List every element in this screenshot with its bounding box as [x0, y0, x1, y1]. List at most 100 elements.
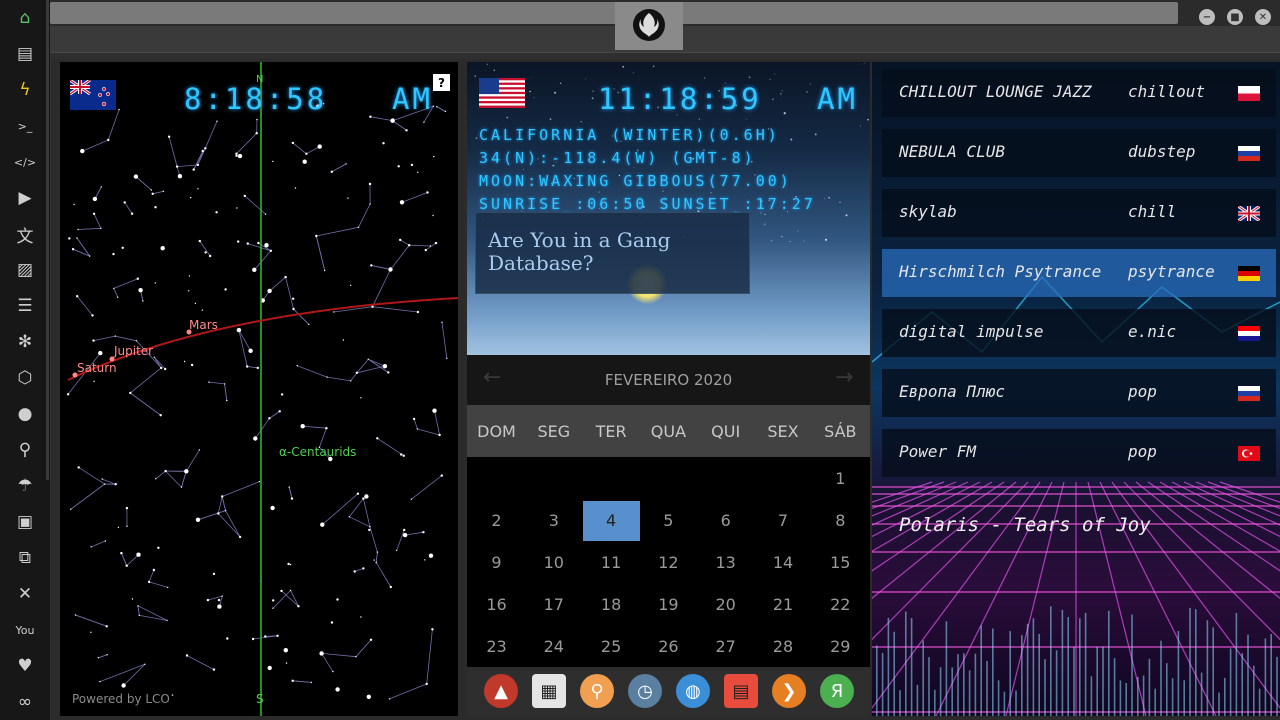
calendar-day[interactable]: 8 [812, 501, 869, 541]
radio-panel: CHILLOUT LOUNGE JAZZ chillout NEBULA CLUB d… [872, 62, 1280, 716]
sidebar-scrollbar[interactable] [46, 0, 49, 480]
star [267, 288, 272, 294]
calendar-day[interactable]: 12 [640, 543, 697, 583]
calendar-day[interactable]: 5 [640, 501, 697, 541]
calendar-day[interactable]: 7 [755, 501, 812, 541]
calendar-day[interactable]: 3 [525, 501, 582, 541]
calendar-day-today[interactable]: 4 [582, 501, 640, 541]
calendar-day[interactable]: 17 [525, 585, 582, 625]
help-button[interactable]: ? [433, 74, 450, 91]
calendar-day[interactable]: 23 [468, 627, 525, 667]
rebel-tab[interactable] [615, 2, 683, 50]
constellation-line [253, 250, 272, 271]
settings-cog-icon[interactable]: ✻ [12, 329, 38, 355]
star-map[interactable] [60, 62, 458, 716]
calendar-day[interactable]: 21 [755, 585, 812, 625]
close-button[interactable]: ✕ [1255, 9, 1271, 25]
constellation-line [411, 475, 443, 500]
infinity-icon[interactable]: ∞ [12, 689, 38, 715]
station-row[interactable]: Hirschmilch Psytrance psytrance [882, 249, 1276, 297]
hexagon-icon[interactable]: ⬡ [12, 365, 38, 391]
station-name[interactable]: Power FM [899, 442, 976, 461]
search-icon[interactable]: ⚲ [12, 437, 38, 463]
calendar-day[interactable]: 1 [812, 459, 869, 499]
calendar-day[interactable]: 19 [640, 585, 697, 625]
calendar-day[interactable]: 2 [468, 501, 525, 541]
station-row[interactable]: Power FM pop [882, 429, 1276, 477]
station-row[interactable]: digital impulse e.nic [882, 309, 1276, 357]
station-name[interactable]: digital impulse [899, 322, 1044, 341]
home-icon[interactable]: ⌂ [12, 5, 38, 31]
minimize-button[interactable]: − [1199, 9, 1215, 25]
calendar-day[interactable]: 10 [525, 543, 582, 583]
calendar-day[interactable]: 14 [755, 543, 812, 583]
station-name[interactable]: skylab [899, 202, 957, 221]
sky-star [763, 223, 766, 226]
document-icon[interactable]: ▤ [12, 41, 38, 67]
calendar-day[interactable]: 15 [812, 543, 869, 583]
news-headline[interactable]: Are You in a Gang Database? [488, 229, 738, 275]
dock-arrow-icon[interactable]: ❯ [772, 674, 806, 708]
news-icon[interactable]: ☰ [12, 293, 38, 319]
calendar-day[interactable]: 20 [697, 585, 754, 625]
calendar-day[interactable]: 16 [468, 585, 525, 625]
station-row[interactable]: CHILLOUT LOUNGE JAZZ chillout [882, 69, 1276, 117]
translate-icon[interactable]: 文 [12, 221, 38, 247]
calendar-next-button[interactable]: → [835, 365, 853, 390]
contact-icon[interactable]: ▣ [12, 509, 38, 535]
station-row[interactable]: Европа Плюс pop [882, 369, 1276, 417]
link-icon[interactable]: ⧉ [12, 545, 38, 571]
calendar-day[interactable]: 22 [812, 585, 869, 625]
calendar-day[interactable]: 9 [468, 543, 525, 583]
heart-icon[interactable]: ♥ [12, 653, 38, 679]
dock-news-icon[interactable]: ▦ [532, 674, 566, 708]
address-bar[interactable] [50, 2, 1178, 24]
calendar-day[interactable]: 26 [640, 627, 697, 667]
dock-search-icon[interactable]: ⚲ [580, 674, 614, 708]
star [317, 144, 322, 149]
calendar-day[interactable]: 28 [755, 627, 812, 667]
equalizer-bar [1241, 653, 1243, 716]
news-headline-box[interactable]: Are You in a Gang Database? [475, 212, 750, 294]
dock-calendar-icon[interactable]: ▤ [724, 674, 758, 708]
station-row[interactable]: skylab chill [882, 189, 1276, 237]
expand-icon[interactable]: ✕ [12, 581, 38, 607]
weekday-label: QUA [650, 422, 687, 441]
calendar-day[interactable]: 29 [812, 627, 869, 667]
star [175, 165, 179, 168]
constellation-line [247, 366, 258, 369]
star [403, 528, 406, 532]
umbrella-icon[interactable]: ☂ [12, 473, 38, 499]
calendar-day[interactable]: 27 [697, 627, 754, 667]
station-name[interactable]: Hirschmilch Psytrance [899, 262, 1101, 281]
star [197, 188, 199, 190]
station-row[interactable]: NEBULA CLUB dubstep [882, 129, 1276, 177]
terminal-icon[interactable]: >_ [12, 113, 38, 139]
globe-icon[interactable]: ● [12, 401, 38, 427]
calendar-day[interactable]: 11 [583, 543, 640, 583]
play-icon[interactable]: ▶ [12, 185, 38, 211]
constellation-line [217, 496, 223, 514]
bolt-icon[interactable]: ϟ [12, 77, 38, 103]
dock-yandex-icon[interactable]: Я [820, 674, 854, 708]
station-name[interactable]: NEBULA CLUB [899, 142, 1005, 161]
image-icon[interactable]: ▨ [12, 257, 38, 283]
star [424, 248, 427, 252]
maximize-button[interactable]: ■ [1227, 9, 1243, 25]
station-name[interactable]: Европа Плюс [899, 382, 1005, 401]
calendar-day[interactable]: 6 [697, 501, 754, 541]
star [270, 505, 275, 511]
station-name[interactable]: CHILLOUT LOUNGE JAZZ [899, 82, 1092, 101]
youtube-icon[interactable]: You [12, 617, 38, 643]
calendar-day[interactable]: 13 [697, 543, 754, 583]
star [356, 492, 360, 495]
dock-globe-icon[interactable]: ◍ [676, 674, 710, 708]
calendar-day[interactable]: 18 [583, 585, 640, 625]
code-icon[interactable]: </> [12, 149, 38, 175]
dock-clock-icon[interactable]: ◷ [628, 674, 662, 708]
star [253, 436, 258, 441]
calendar-day[interactable]: 25 [583, 627, 640, 667]
calendar-day[interactable]: 24 [525, 627, 582, 667]
equalizer-bar [1073, 646, 1075, 716]
dock-app-red-icon[interactable]: ▲ [484, 674, 518, 708]
